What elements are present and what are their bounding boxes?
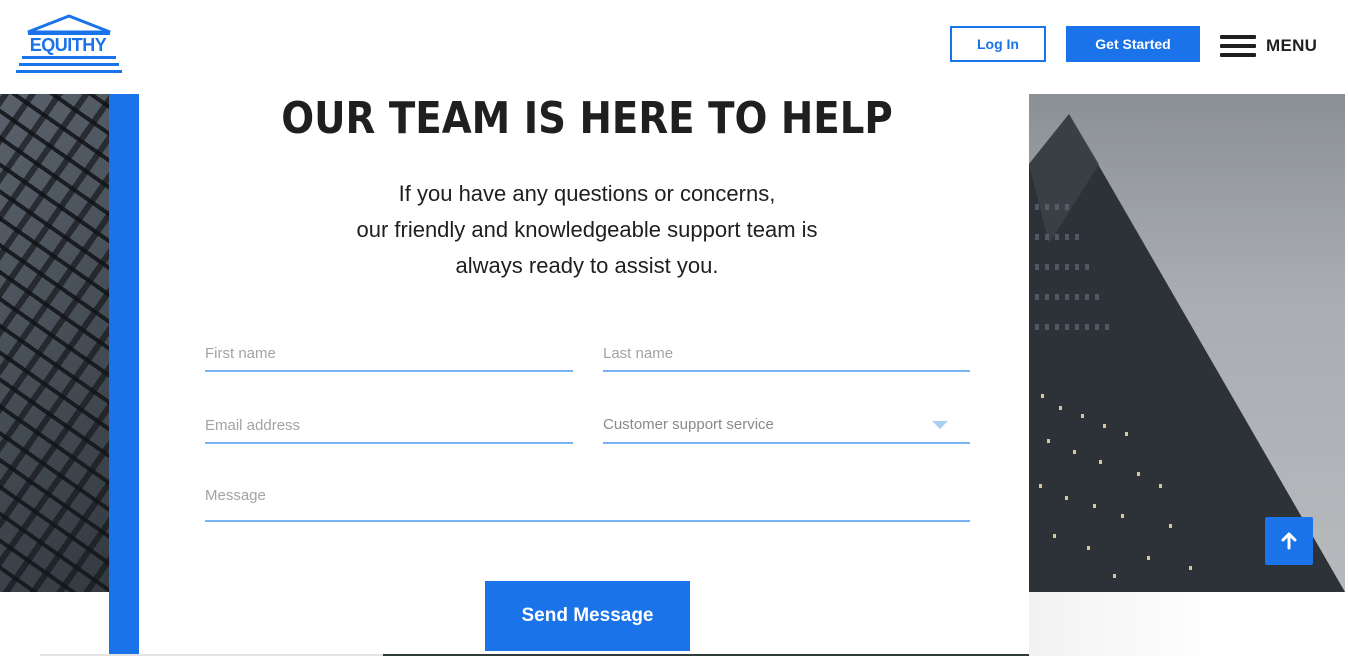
email-field[interactable] <box>205 410 573 440</box>
log-in-button[interactable]: Log In <box>950 26 1046 62</box>
logo-text: EQUITHY <box>29 35 107 55</box>
page-subtitle: If you have any questions or concerns, o… <box>139 176 1035 284</box>
send-message-button[interactable]: Send Message <box>485 581 690 651</box>
hamburger-icon <box>1220 35 1256 57</box>
chevron-down-icon <box>932 421 948 429</box>
message-field[interactable] <box>205 480 970 510</box>
service-select-value: Customer support service <box>603 416 774 433</box>
get-started-button[interactable]: Get Started <box>1066 26 1200 62</box>
last-name-field[interactable] <box>603 338 970 368</box>
card-accent-bar <box>109 94 139 656</box>
subtitle-line: If you have any questions or concerns, <box>398 181 776 206</box>
first-name-field-wrapper <box>205 338 573 372</box>
subtitle-line: our friendly and knowledgeable support t… <box>356 217 818 242</box>
last-name-field-wrapper <box>603 338 970 372</box>
site-header: EQUITHY Log In Get Started MENU <box>0 0 1348 94</box>
page-title: OUR TEAM IS HERE TO HELP <box>281 93 893 144</box>
background-building-left <box>0 94 110 592</box>
contact-card: OUR TEAM IS HERE TO HELP If you have any… <box>139 94 1029 656</box>
first-name-field[interactable] <box>205 338 573 368</box>
menu-toggle[interactable]: MENU <box>1220 34 1317 58</box>
arrow-up-icon <box>1281 532 1297 550</box>
subtitle-line: always ready to assist you. <box>455 253 719 278</box>
background-footer-band <box>1029 592 1348 656</box>
service-select[interactable]: Customer support service <box>603 410 970 444</box>
menu-label: MENU <box>1266 36 1318 55</box>
email-field-wrapper <box>205 410 573 444</box>
scroll-to-top-button[interactable] <box>1265 517 1313 565</box>
equithy-logo[interactable]: EQUITHY <box>14 14 124 76</box>
message-field-wrapper <box>205 480 970 522</box>
